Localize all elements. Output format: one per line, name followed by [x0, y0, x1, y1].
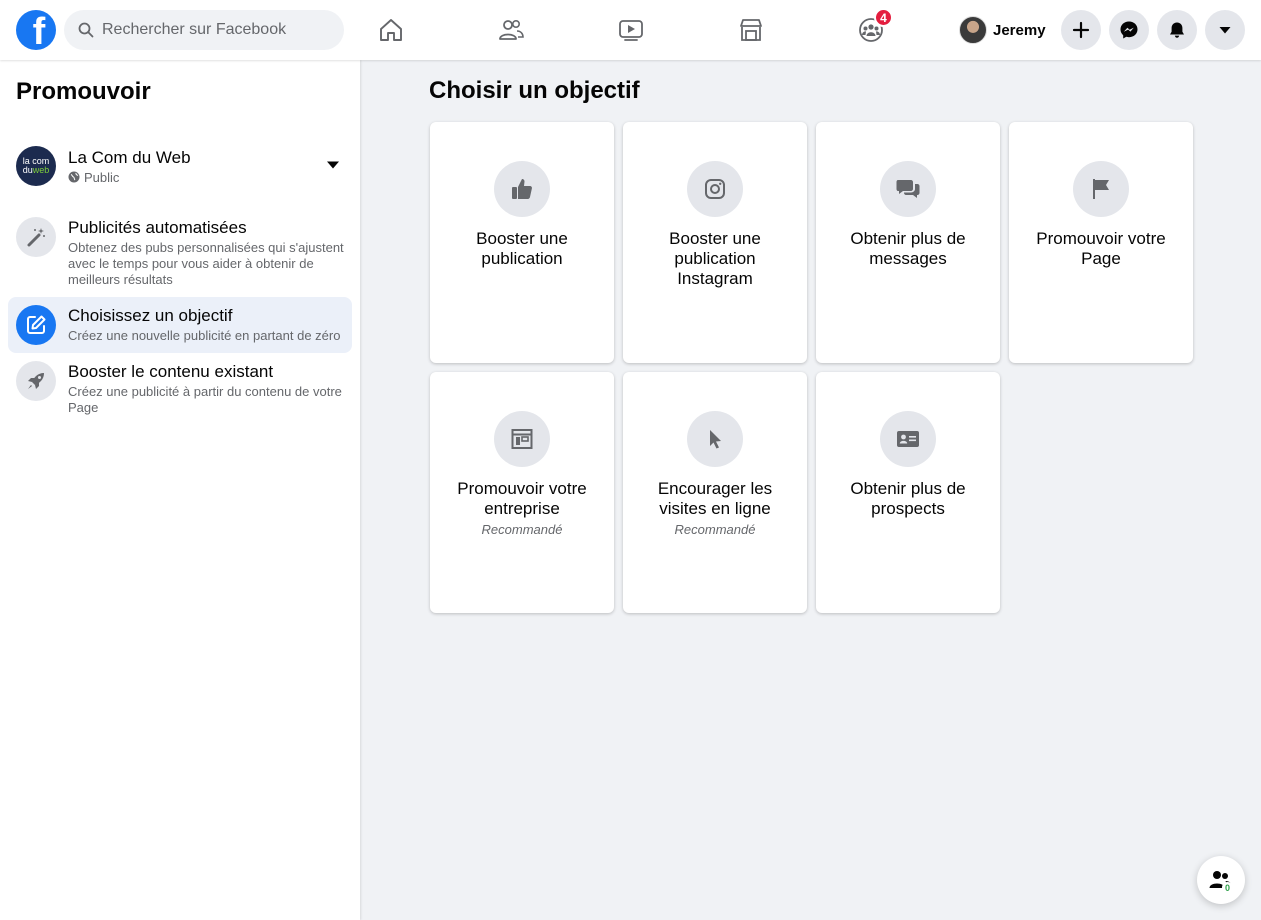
sidebar-item-boost-content[interactable]: Booster le contenu existant Créez une pu…	[8, 353, 352, 424]
objective-card-leads[interactable]: Obtenir plus de prospects	[816, 372, 1000, 613]
page-logo-text-2: du	[22, 165, 33, 175]
video-icon	[619, 20, 643, 41]
objective-card-label: Obtenir plus de prospects	[850, 479, 966, 518]
marketplace-icon	[740, 19, 762, 41]
bell-icon	[1170, 22, 1184, 38]
id-card-icon	[880, 411, 936, 467]
sidebar-item-automated-ads[interactable]: Publicités automatisées Obtenez des pubs…	[8, 209, 352, 296]
caret-down-icon	[1219, 27, 1231, 34]
objective-card-messages[interactable]: Obtenir plus de messages	[816, 122, 1000, 363]
globe-icon	[68, 171, 80, 183]
page-name: La Com du Web	[68, 147, 191, 167]
contacts-floating-button[interactable]: 0	[1197, 856, 1245, 904]
search-box[interactable]	[64, 10, 344, 50]
flag-icon	[1073, 161, 1129, 217]
account-menu-button[interactable]	[1205, 10, 1245, 50]
sidebar: Promouvoir la com duweb La Com du Web Pu…	[0, 60, 360, 920]
sidebar-item-title: Publicités automatisées	[68, 218, 247, 237]
facebook-logo-icon[interactable]: f	[16, 10, 56, 50]
friends-icon	[499, 20, 524, 40]
sidebar-item-title: Choisissez un objectif	[68, 306, 233, 325]
nav-friends[interactable]	[491, 10, 531, 50]
groups-notification-badge: 4	[874, 8, 893, 27]
home-icon	[380, 19, 402, 41]
sidebar-item-choose-objective[interactable]: Choisissez un objectif Créez une nouvell…	[8, 297, 352, 353]
main-title: Choisir un objectif	[429, 77, 640, 104]
sidebar-item-title: Booster le contenu existant	[68, 362, 274, 381]
profile-name: Jeremy	[993, 21, 1046, 39]
objective-card-boost-instagram[interactable]: Booster une publication Instagram	[623, 122, 807, 363]
page-visibility-label: Public	[84, 169, 120, 185]
recommended-label: Recommandé	[674, 522, 756, 537]
contacts-count: 0	[1222, 882, 1233, 893]
objective-card-label: Obtenir plus de messages	[850, 229, 966, 268]
objective-card-label: Booster une publication	[476, 229, 568, 268]
top-bar: f 4 Jeremy	[0, 0, 1261, 60]
nav-groups[interactable]: 4	[851, 8, 893, 50]
page-visibility: Public	[68, 170, 191, 185]
thumbs-up-icon	[494, 161, 550, 217]
magic-wand-icon	[16, 217, 56, 257]
instagram-icon	[687, 161, 743, 217]
sidebar-title: Promouvoir	[16, 78, 151, 105]
objective-card-boost-post[interactable]: Booster une publication	[430, 122, 614, 363]
nav-watch[interactable]	[611, 10, 651, 50]
search-input[interactable]	[102, 21, 332, 39]
plus-icon	[1072, 21, 1090, 39]
storefront-window-icon	[494, 411, 550, 467]
objective-card-label: Promouvoir votre entreprise	[457, 479, 587, 518]
page-selector[interactable]: la com duweb La Com du Web Public	[8, 144, 352, 188]
recommended-label: Recommandé	[481, 522, 563, 537]
objective-card-website-visits[interactable]: Encourager les visites en ligne Recomman…	[623, 372, 807, 613]
nav-home[interactable]	[371, 10, 411, 50]
sidebar-item-desc: Créez une nouvelle publicité en partant …	[68, 328, 341, 343]
avatar	[959, 16, 987, 44]
profile-button[interactable]: Jeremy	[955, 12, 1054, 48]
search-icon	[76, 20, 96, 40]
cursor-icon	[687, 411, 743, 467]
sidebar-item-desc: Créez une publicité à partir du contenu …	[68, 384, 342, 415]
rocket-icon	[16, 361, 56, 401]
objective-card-promote-business[interactable]: Promouvoir votre entreprise Recommandé	[430, 372, 614, 613]
messenger-icon	[1120, 21, 1138, 39]
create-button[interactable]	[1061, 10, 1101, 50]
edit-icon	[16, 305, 56, 345]
page-logo-text-3: web	[32, 165, 50, 175]
objective-card-label: Promouvoir votre Page	[1036, 229, 1166, 268]
messenger-button[interactable]	[1109, 10, 1149, 50]
page-selector-caret-icon[interactable]	[326, 160, 340, 170]
objective-card-promote-page[interactable]: Promouvoir votre Page	[1009, 122, 1193, 363]
nav-marketplace[interactable]	[731, 10, 771, 50]
objective-card-label: Encourager les visites en ligne	[657, 479, 773, 518]
objective-card-label: Booster une publication Instagram	[669, 229, 761, 288]
sidebar-item-desc: Obtenez des pubs personnalisées qui s'aj…	[68, 240, 344, 287]
notifications-button[interactable]	[1157, 10, 1197, 50]
page-logo: la com duweb	[16, 146, 56, 186]
chat-bubbles-icon	[880, 161, 936, 217]
